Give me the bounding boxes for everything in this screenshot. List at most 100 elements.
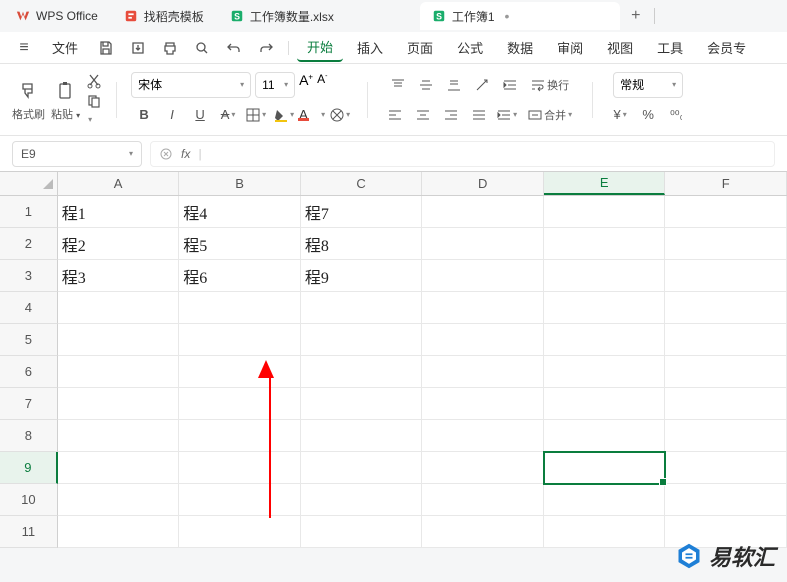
underline-icon[interactable]: U [187, 102, 213, 128]
tab-app[interactable]: WPS Office [4, 2, 110, 30]
align-left-icon[interactable] [382, 102, 408, 128]
cell-a4[interactable] [58, 292, 180, 324]
cell-a1[interactable]: 程1 [58, 196, 180, 228]
cell-c11[interactable] [301, 516, 423, 548]
menu-data[interactable]: 数据 [497, 34, 543, 62]
align-right-icon[interactable] [438, 102, 464, 128]
cell-b4[interactable] [179, 292, 301, 324]
cell-e8[interactable] [544, 420, 666, 452]
cell-a3[interactable]: 程3 [58, 260, 180, 292]
cell-f6[interactable] [665, 356, 787, 388]
border-icon[interactable] [243, 102, 269, 128]
cell-d2[interactable] [422, 228, 544, 260]
cell-e3[interactable] [544, 260, 666, 292]
col-header-a[interactable]: A [58, 172, 180, 195]
cell-d9[interactable] [422, 452, 544, 484]
font-size-select[interactable]: 11▾ [255, 72, 295, 98]
cell-f7[interactable] [665, 388, 787, 420]
cell-b6[interactable] [179, 356, 301, 388]
print-icon[interactable] [156, 34, 184, 62]
cell-f4[interactable] [665, 292, 787, 324]
menu-tools[interactable]: 工具 [647, 34, 693, 62]
tab-add-button[interactable]: + [622, 2, 650, 30]
decrease-font-icon[interactable]: A- [317, 72, 327, 98]
cell-f2[interactable] [665, 228, 787, 260]
cell-c2[interactable]: 程8 [301, 228, 423, 260]
align-top-icon[interactable] [385, 72, 411, 98]
cell-e7[interactable] [544, 388, 666, 420]
col-header-c[interactable]: C [301, 172, 423, 195]
cell-d5[interactable] [422, 324, 544, 356]
col-header-f[interactable]: F [665, 172, 787, 195]
tab-file1[interactable]: S 工作簿数量.xlsx [218, 2, 418, 30]
align-center-icon[interactable] [410, 102, 436, 128]
cell-d7[interactable] [422, 388, 544, 420]
bold-icon[interactable]: B [131, 102, 157, 128]
col-header-d[interactable]: D [422, 172, 544, 195]
cell-f8[interactable] [665, 420, 787, 452]
cell-f10[interactable] [665, 484, 787, 516]
cell-d3[interactable] [422, 260, 544, 292]
number-format-select[interactable]: 常规▾ [613, 72, 683, 98]
wrap-text-button[interactable]: 换行 [525, 72, 575, 98]
align-bottom-icon[interactable] [441, 72, 467, 98]
orientation-icon[interactable] [469, 72, 495, 98]
cell-e10[interactable] [544, 484, 666, 516]
menu-view[interactable]: 视图 [597, 34, 643, 62]
cell-c5[interactable] [301, 324, 423, 356]
cell-c1[interactable]: 程7 [301, 196, 423, 228]
menu-review[interactable]: 审阅 [547, 34, 593, 62]
cell-d4[interactable] [422, 292, 544, 324]
cell-e4[interactable] [544, 292, 666, 324]
col-header-e[interactable]: E [544, 172, 666, 195]
redo-icon[interactable] [252, 34, 280, 62]
hamburger-icon[interactable]: ≡ [10, 34, 38, 62]
row-header[interactable]: 5 [0, 324, 58, 356]
cell-b1[interactable]: 程4 [179, 196, 301, 228]
cell-c7[interactable] [301, 388, 423, 420]
cell-a9[interactable] [58, 452, 180, 484]
cell-a6[interactable] [58, 356, 180, 388]
cell-a8[interactable] [58, 420, 180, 452]
cell-a7[interactable] [58, 388, 180, 420]
cell-c9[interactable] [301, 452, 423, 484]
row-header[interactable]: 2 [0, 228, 58, 260]
tab-file2[interactable]: S 工作簿1 • [420, 2, 620, 30]
strike-icon[interactable]: A [215, 102, 241, 128]
menu-start[interactable]: 开始 [297, 34, 343, 62]
cell-d1[interactable] [422, 196, 544, 228]
name-box[interactable]: E9 ▾ [12, 141, 142, 167]
increase-indent-icon[interactable] [494, 102, 520, 128]
paste-icon[interactable] [52, 78, 80, 104]
cell-b10[interactable] [179, 484, 301, 516]
cell-b2[interactable]: 程5 [179, 228, 301, 260]
menu-member[interactable]: 会员专 [697, 34, 756, 62]
cell-c6[interactable] [301, 356, 423, 388]
clear-format-icon[interactable] [327, 102, 353, 128]
cell-e9[interactable] [544, 452, 666, 484]
cell-f1[interactable] [665, 196, 787, 228]
tab-shell[interactable]: 找稻壳模板 [112, 2, 216, 30]
cell-c4[interactable] [301, 292, 423, 324]
cell-d11[interactable] [422, 516, 544, 548]
paste-label[interactable]: 粘贴 ▾ [51, 106, 80, 122]
cell-e11[interactable] [544, 516, 666, 548]
fx-label[interactable]: fx [181, 147, 190, 161]
cell-c10[interactable] [301, 484, 423, 516]
cell-e5[interactable] [544, 324, 666, 356]
row-header[interactable]: 8 [0, 420, 58, 452]
cut-icon[interactable] [86, 73, 102, 89]
font-name-select[interactable]: 宋体▾ [131, 72, 251, 98]
cell-b8[interactable] [179, 420, 301, 452]
menu-formula[interactable]: 公式 [447, 34, 493, 62]
row-header[interactable]: 3 [0, 260, 58, 292]
cell-a10[interactable] [58, 484, 180, 516]
close-icon[interactable]: • [505, 8, 510, 24]
cell-e1[interactable] [544, 196, 666, 228]
formula-input[interactable]: fx | [150, 141, 775, 167]
save-icon[interactable] [92, 34, 120, 62]
row-header[interactable]: 6 [0, 356, 58, 388]
row-header[interactable]: 10 [0, 484, 58, 516]
merge-button[interactable]: 合并 [522, 102, 578, 128]
decrease-indent-icon[interactable] [497, 72, 523, 98]
